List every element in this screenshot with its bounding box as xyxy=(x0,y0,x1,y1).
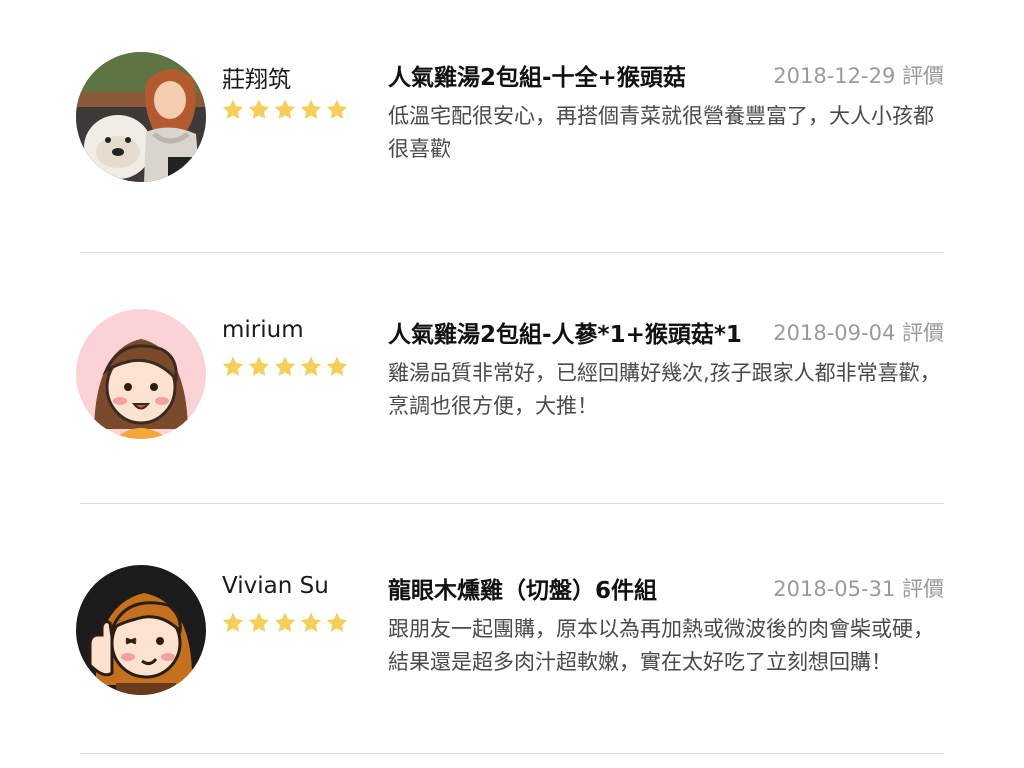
cartoon-girl-avatar-icon xyxy=(76,309,206,439)
star-icon xyxy=(273,611,297,635)
star-icon xyxy=(325,98,349,122)
avatar[interactable] xyxy=(76,309,206,439)
product-title[interactable]: 人氣雞湯2包組-十全+猴頭菇 xyxy=(388,58,686,92)
reviewer-name: mirium xyxy=(222,317,304,343)
star-icon xyxy=(273,355,297,379)
star-icon xyxy=(247,355,271,379)
star-icon xyxy=(299,611,323,635)
cartoon-thumbs-up-avatar-icon xyxy=(76,565,206,695)
product-title[interactable]: 人氣雞湯2包組-人蔘*1+猴頭菇*1 xyxy=(388,315,742,349)
avatar[interactable] xyxy=(76,52,206,182)
star-icon xyxy=(273,98,297,122)
review-comment: 低溫宅配很安心，再搭個青菜就很營養豐富了，大人小孩都很喜歡 xyxy=(388,104,934,161)
review-comment: 跟朋友一起團購，原本以為再加熱或微波後的肉會柴或硬，結果還是超多肉汁超軟嫩，實在… xyxy=(388,617,934,674)
review-date: 2018-05-31 評價 xyxy=(767,573,944,603)
star-icon xyxy=(299,98,323,122)
star-icon xyxy=(325,611,349,635)
star-rating xyxy=(221,611,349,635)
review-item: mirium 人氣雞湯2包組-人蔘*1+猴頭菇*1 2018-09-04 評價 … xyxy=(0,257,1024,507)
star-rating xyxy=(221,98,349,122)
divider xyxy=(80,753,944,754)
star-icon xyxy=(221,98,245,122)
star-icon xyxy=(247,98,271,122)
star-icon xyxy=(221,611,245,635)
star-icon xyxy=(221,355,245,379)
star-rating xyxy=(221,355,349,379)
reviewer-name: Vivian Su xyxy=(222,573,329,599)
star-icon xyxy=(299,355,323,379)
product-title[interactable]: 龍眼木燻雞（切盤）6件組 xyxy=(388,571,657,605)
reviewer-name: 莊翔筑 xyxy=(222,67,291,93)
divider xyxy=(80,503,944,504)
review-date: 2018-09-04 評價 xyxy=(767,317,944,347)
photo-avatar-woman-with-dog-icon xyxy=(76,52,206,182)
avatar[interactable] xyxy=(76,565,206,695)
review-item: 莊翔筑 人氣雞湯2包組-十全+猴頭菇 2018-12-29 評價 低溫宅配很安心… xyxy=(0,0,1024,250)
review-comment: 雞湯品質非常好，已經回購好幾次,孩子跟家人都非常喜歡，烹調也很方便，大推！ xyxy=(388,361,941,418)
review-date: 2018-12-29 評價 xyxy=(767,60,944,90)
divider xyxy=(80,252,944,253)
star-icon xyxy=(247,611,271,635)
review-list: 莊翔筑 人氣雞湯2包組-十全+猴頭菇 2018-12-29 評價 低溫宅配很安心… xyxy=(0,0,1024,768)
star-icon xyxy=(325,355,349,379)
review-item: Vivian Su 龍眼木燻雞（切盤）6件組 2018-05-31 評價 跟朋友… xyxy=(0,513,1024,763)
